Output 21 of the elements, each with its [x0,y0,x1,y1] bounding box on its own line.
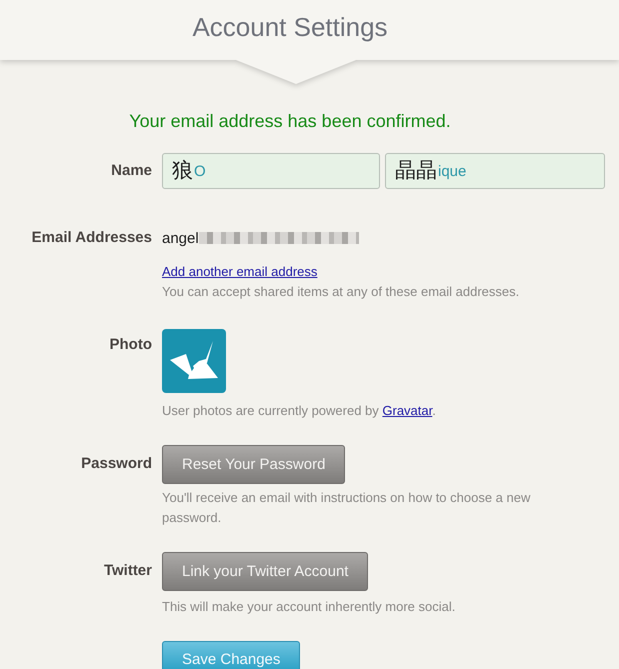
help-text: You can accept shared items at any of these email addresses. [162,283,520,301]
field-label: Photo [108,335,152,355]
help-text: User photos are currently powered by Gravatar. [162,402,437,420]
name-field[interactable]: 晶晶 ique [385,153,605,189]
help-text: This will make your account inherently more social. [162,598,456,616]
add-email-link[interactable]: Add another email address [162,262,318,282]
help-text: You'll receive an email with instructions on how to choose a new password. [162,489,532,527]
name-field[interactable]: 狼O [162,153,380,189]
crane-avatar-icon [162,329,226,393]
field-label: Email Addresses [30,229,152,248]
typed-text: 晶晶 [395,159,437,183]
field-text: ique [438,162,466,180]
email-address-text: angel [162,230,199,246]
help-link[interactable]: Gravatar [382,403,432,418]
typed-text: 狼 [172,159,193,183]
confirmation-message: Your email address has been confirmed. [128,110,452,133]
field-text: O [194,162,206,180]
field-label: Twitter [102,561,152,581]
page-title: Account Settings [191,11,389,44]
field-label: Name [110,161,152,181]
field-label: Password [80,454,152,474]
